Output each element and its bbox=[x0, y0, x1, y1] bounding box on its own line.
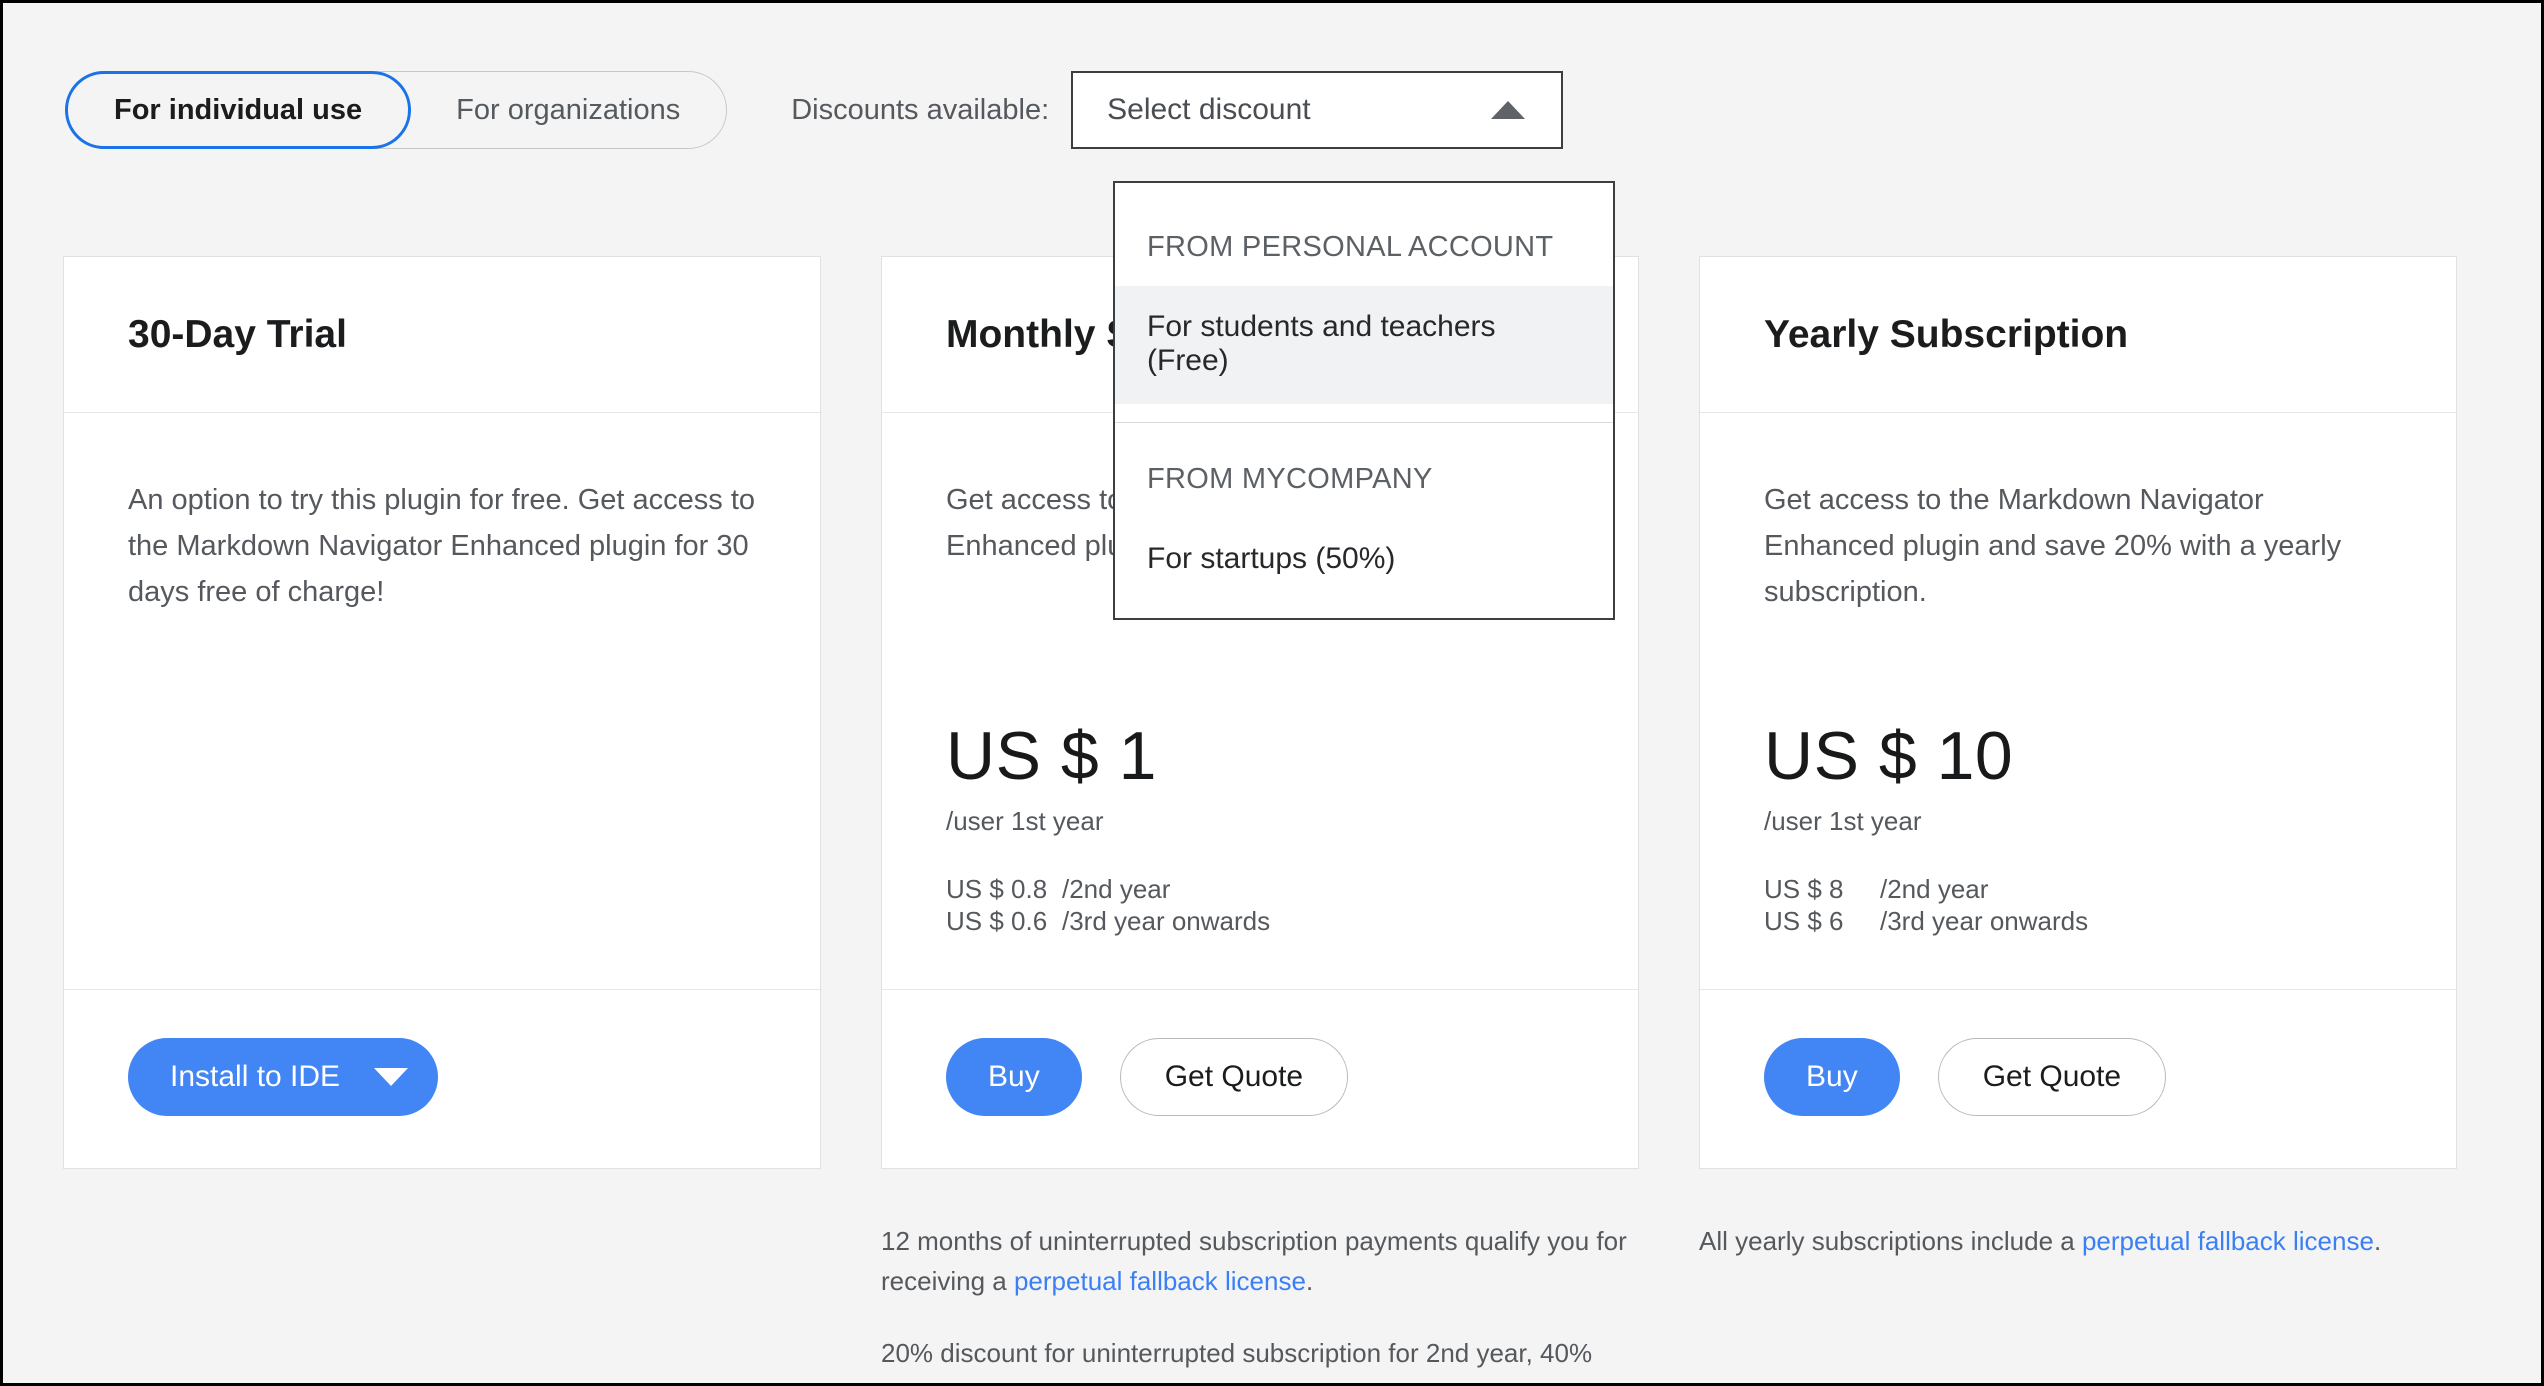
dropdown-group-label-personal: FROM PERSONAL ACCOUNT bbox=[1147, 231, 1554, 263]
plan-card-yearly-price-unit: /user 1st year bbox=[1764, 806, 1922, 836]
plan-card-yearly-footer: Buy Get Quote bbox=[1700, 989, 2456, 1168]
note-text-before: 20% discount for uninterrupted subscript… bbox=[881, 1338, 1593, 1383]
dropdown-item-students-teachers[interactable]: For students and teachers (Free) bbox=[1115, 286, 1613, 404]
get-quote-button-monthly[interactable]: Get Quote bbox=[1119, 1038, 1349, 1116]
buy-button-yearly[interactable]: Buy bbox=[1764, 1038, 1900, 1116]
plan-card-monthly-footer: Buy Get Quote bbox=[882, 989, 1638, 1168]
plan-notes-yearly: All yearly subscriptions include a perpe… bbox=[1699, 1221, 2457, 1383]
plan-card-trial-title: 30-Day Trial bbox=[128, 312, 347, 356]
note-text-after: . bbox=[2373, 1226, 2382, 1256]
discount-select-value: Select discount bbox=[1107, 93, 1311, 126]
price-row: US $ 0.8 /2nd year bbox=[946, 873, 1574, 905]
install-to-ide-label: Install to IDE bbox=[170, 1060, 341, 1093]
dropdown-group-personal-account: FROM PERSONAL ACCOUNT For students and t… bbox=[1115, 191, 1613, 423]
dropdown-item-students-teachers-label: For students and teachers (Free) bbox=[1147, 310, 1496, 377]
price-row-period: /3rd year onwards bbox=[1062, 906, 1271, 936]
price-row-amount: US $ 8 bbox=[1764, 874, 1844, 904]
note-fallback-license-yearly: All yearly subscriptions include a perpe… bbox=[1699, 1221, 2457, 1261]
plan-card-monthly-price-block: US $ 1 /user 1st year US $ 0.8 /2nd year… bbox=[946, 717, 1574, 989]
plan-card-monthly-price: US $ 1 bbox=[946, 717, 1157, 794]
perpetual-fallback-license-link[interactable]: perpetual fallback license bbox=[1014, 1266, 1306, 1296]
dropdown-item-startups-label: For startups (50%) bbox=[1147, 542, 1396, 575]
price-row-amount: US $ 0.8 bbox=[946, 874, 1048, 904]
caret-down-icon bbox=[374, 1068, 409, 1086]
price-row-period: /3rd year onwards bbox=[1880, 906, 2089, 936]
discounts-available-label: Discounts available: bbox=[791, 93, 1050, 126]
price-row: US $ 6 /3rd year onwards bbox=[1764, 905, 2392, 937]
pricing-controls-bar: For individual use For organizations Dis… bbox=[65, 71, 1564, 149]
discount-select[interactable]: Select discount bbox=[1071, 71, 1564, 149]
get-quote-button-monthly-label: Get Quote bbox=[1164, 1060, 1304, 1093]
install-to-ide-button[interactable]: Install to IDE bbox=[128, 1038, 439, 1116]
price-row-period: /2nd year bbox=[1880, 874, 1989, 904]
note-discount-monthly: 20% discount for uninterrupted subscript… bbox=[881, 1333, 1639, 1383]
plan-card-yearly-description: Get access to the Markdown Navigator Enh… bbox=[1764, 484, 2342, 608]
plan-card-yearly-price-block: US $ 10 /user 1st year US $ 8 /2nd year … bbox=[1764, 717, 2392, 989]
price-row: US $ 8 /2nd year bbox=[1764, 873, 2392, 905]
get-quote-button-yearly-label: Get Quote bbox=[1982, 1060, 2122, 1093]
discount-dropdown-menu[interactable]: FROM PERSONAL ACCOUNT For students and t… bbox=[1113, 181, 1615, 620]
dropdown-item-startups[interactable]: For startups (50%) bbox=[1115, 518, 1613, 602]
plan-card-yearly-header: Yearly Subscription bbox=[1700, 257, 2456, 413]
buy-button-monthly-label: Buy bbox=[988, 1060, 1040, 1093]
plan-card-trial-footer: Install to IDE bbox=[64, 989, 820, 1168]
plan-card-yearly: Yearly Subscription Get access to the Ma… bbox=[1699, 256, 2457, 1169]
perpetual-fallback-license-link[interactable]: perpetual fallback license bbox=[2082, 1226, 2374, 1256]
plan-card-yearly-body: Get access to the Markdown Navigator Enh… bbox=[1700, 413, 2456, 989]
plan-card-monthly-extra-prices: US $ 0.8 /2nd year US $ 0.6 /3rd year on… bbox=[946, 873, 1574, 937]
plan-card-trial-body: An option to try this plugin for free. G… bbox=[64, 413, 820, 989]
note-text-before: All yearly subscriptions include a bbox=[1699, 1226, 2082, 1256]
plan-card-monthly-price-unit: /user 1st year bbox=[946, 806, 1104, 836]
plan-card-yearly-price: US $ 10 bbox=[1764, 717, 2014, 794]
tab-for-organizations[interactable]: For organizations bbox=[410, 72, 726, 148]
buy-button-monthly[interactable]: Buy bbox=[946, 1038, 1082, 1116]
caret-up-icon bbox=[1491, 101, 1526, 119]
plan-card-trial-header: 30-Day Trial bbox=[64, 257, 820, 413]
plan-notes-monthly: 12 months of uninterrupted subscription … bbox=[881, 1221, 1639, 1383]
plan-notes: 12 months of uninterrupted subscription … bbox=[63, 1221, 2457, 1383]
discount-select-wrap: Select discount bbox=[1071, 71, 1564, 149]
dropdown-group-mycompany: FROM MYCOMPANY For startups (50%) bbox=[1115, 423, 1613, 602]
dropdown-group-label-mycompany: FROM MYCOMPANY bbox=[1147, 463, 1433, 495]
audience-toggle[interactable]: For individual use For organizations bbox=[65, 71, 728, 149]
price-row-period: /2nd year bbox=[1062, 874, 1171, 904]
buy-button-yearly-label: Buy bbox=[1806, 1060, 1858, 1093]
price-row-amount: US $ 0.6 bbox=[946, 906, 1048, 936]
plan-card-yearly-extra-prices: US $ 8 /2nd year US $ 6 /3rd year onward… bbox=[1764, 873, 2392, 937]
price-row-amount: US $ 6 bbox=[1764, 906, 1844, 936]
tab-for-organizations-label: For organizations bbox=[456, 93, 681, 126]
tab-for-individual-use[interactable]: For individual use bbox=[65, 71, 412, 149]
note-text-after: . bbox=[1305, 1266, 1314, 1296]
note-fallback-license-monthly: 12 months of uninterrupted subscription … bbox=[881, 1221, 1639, 1301]
plan-card-yearly-title: Yearly Subscription bbox=[1764, 312, 2129, 356]
plan-card-trial-description: An option to try this plugin for free. G… bbox=[128, 484, 756, 608]
tab-for-individual-use-label: For individual use bbox=[114, 93, 363, 126]
plan-notes-trial bbox=[63, 1221, 821, 1383]
get-quote-button-yearly[interactable]: Get Quote bbox=[1937, 1038, 2167, 1116]
plan-card-trial: 30-Day Trial An option to try this plugi… bbox=[63, 256, 821, 1169]
pricing-page: For individual use For organizations Dis… bbox=[0, 0, 2544, 1386]
price-row: US $ 0.6 /3rd year onwards bbox=[946, 905, 1574, 937]
